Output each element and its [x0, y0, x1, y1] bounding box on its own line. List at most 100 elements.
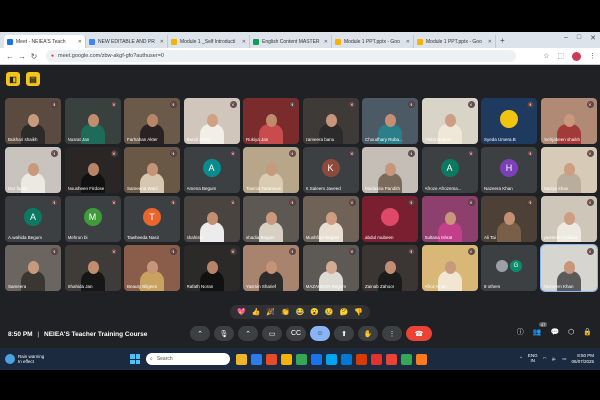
notes-icon[interactable]: ▤: [26, 72, 40, 86]
participant-tile[interactable]: 🔇 Mushfiqa Begum: [302, 196, 359, 242]
taskbar-app-icon[interactable]: [341, 353, 352, 365]
reaction-emoji[interactable]: 🎉: [266, 309, 275, 316]
participant-tile[interactable]: 🔇 Mudasira Pandith: [362, 147, 418, 193]
participant-tile[interactable]: 🔇 Sameera: [5, 245, 61, 291]
reaction-emoji[interactable]: 👎: [354, 309, 363, 316]
reaction-emoji[interactable]: 😮: [310, 309, 319, 316]
forward-icon[interactable]: →: [16, 52, 28, 61]
participant-tile[interactable]: 🔇 shahista: [183, 196, 240, 242]
bookmark-star-icon[interactable]: ☆: [543, 52, 549, 60]
tab-close-icon[interactable]: ✕: [324, 39, 328, 45]
browser-tab[interactable]: English Content MASTER ✕: [250, 35, 332, 48]
participant-tile[interactable]: 🔇 Ali Tai: [481, 196, 537, 242]
self-view-tile[interactable]: 🔇 Tasneem Khan: [539, 244, 598, 292]
browser-tab[interactable]: Module 1 _Self Introducti ✕: [168, 35, 250, 48]
back-icon[interactable]: ←: [4, 52, 16, 61]
participant-tile[interactable]: A 🔇 A.wahida Begum: [5, 196, 61, 242]
present-screen-button[interactable]: ⬆: [334, 326, 354, 341]
more-audio-options-button[interactable]: ⌃: [190, 326, 210, 341]
participant-tile[interactable]: 🔇 Beauty Bilgees: [124, 245, 180, 291]
more-options-button[interactable]: ⋮: [382, 326, 402, 341]
taskbar-app-icon[interactable]: [356, 353, 367, 365]
meeting-details-icon[interactable]: ⓘ: [517, 327, 524, 337]
participant-tile[interactable]: 🔇 zameera banu: [302, 98, 359, 144]
browser-tab[interactable]: Module 1 PPT.pptx - Goo ✕: [332, 35, 414, 48]
participant-tile[interactable]: 🔇 MAZAHEER Begum: [302, 245, 359, 291]
participant-tile[interactable]: 🔇 Afsha Begum: [421, 98, 478, 144]
reaction-emoji[interactable]: 🤔: [340, 309, 349, 316]
leave-call-button[interactable]: ☎: [406, 326, 432, 341]
tray-overflow-icon[interactable]: ⌃: [519, 356, 523, 362]
reaction-emoji[interactable]: 👍: [252, 309, 261, 316]
tab-close-icon[interactable]: ✕: [488, 39, 492, 45]
participant-tile[interactable]: K 🔇 K.Saleem Javeed: [302, 147, 359, 193]
close-icon[interactable]: ✕: [590, 34, 596, 42]
others-tile[interactable]: G 8 others: [481, 245, 537, 291]
taskbar-app-icon[interactable]: [401, 353, 412, 365]
raise-hand-button[interactable]: ✋: [358, 326, 378, 341]
reaction-emoji[interactable]: 💖: [237, 309, 246, 316]
participant-tile[interactable]: 🔇 Tasmia Tarannum: [243, 147, 299, 193]
people-button[interactable]: 👥 47: [533, 322, 548, 336]
menu-icon[interactable]: ⋮: [589, 52, 596, 60]
browser-tab[interactable]: Meet - NEIEA'S Teach ✕: [4, 35, 86, 48]
activities-icon[interactable]: ⬡: [568, 328, 574, 336]
reaction-emoji[interactable]: 😢: [325, 309, 334, 316]
reaction-emoji[interactable]: 😂: [296, 309, 305, 316]
taskbar-app-icon[interactable]: [371, 353, 382, 365]
volume-icon[interactable]: 🔈: [552, 356, 558, 362]
camera-button[interactable]: ▭: [262, 326, 282, 341]
tab-close-icon[interactable]: ✕: [242, 39, 246, 45]
new-tab-button[interactable]: +: [500, 36, 505, 45]
participant-tile[interactable]: 🔇 Dar farida: [5, 147, 61, 193]
taskbar-app-icon[interactable]: [326, 353, 337, 365]
tab-close-icon[interactable]: ✕: [78, 39, 82, 45]
tab-close-icon[interactable]: ✕: [406, 39, 410, 45]
host-controls-icon[interactable]: 🔒: [583, 328, 592, 336]
extensions-icon[interactable]: ⬚: [557, 52, 564, 60]
start-button[interactable]: [130, 354, 140, 364]
participant-tile[interactable]: 🔇 Choudhary Ruba...: [362, 98, 418, 144]
participant-tile[interactable]: 🔇 Bukhari shaikh: [5, 98, 61, 144]
weather-widget[interactable]: Rain warning In effect: [0, 354, 90, 365]
participant-tile[interactable]: 🔇 Farhahan Akter: [124, 98, 180, 144]
participant-tile[interactable]: 🔇 Nasiya khan: [540, 147, 597, 193]
participant-tile[interactable]: A 🔇 Amena Begum: [183, 147, 240, 193]
participant-tile[interactable]: 🔇 Rukiya Jan: [243, 98, 299, 144]
participant-tile[interactable]: 🔇 Zainab Zahoor: [362, 245, 418, 291]
chat-icon[interactable]: 💬: [550, 328, 559, 336]
participant-tile[interactable]: 🔇 Sultana Ishrat: [421, 196, 478, 242]
emoji-reactions-button[interactable]: ☺: [310, 326, 330, 341]
taskbar-search[interactable]: ⌕ Search: [146, 353, 230, 365]
taskbar-app-icon[interactable]: [416, 353, 427, 365]
language-indicator[interactable]: ENG IN: [528, 353, 538, 364]
url-field[interactable]: ● meet.google.com/zbw-akgf-gfo?authuser=…: [46, 50, 516, 62]
participant-tile[interactable]: 🔇 Afroz Khan: [421, 245, 478, 291]
participant-tile[interactable]: M 🔇 Mehrun bi: [64, 196, 121, 242]
reload-icon[interactable]: ↻: [28, 52, 40, 61]
participant-tile[interactable]: 🔇 Rafath Noran: [183, 245, 240, 291]
taskbar-app-icon[interactable]: [296, 353, 307, 365]
profile-avatar[interactable]: [572, 51, 581, 61]
taskbar-app-icon[interactable]: [281, 353, 292, 365]
captions-button[interactable]: CC: [286, 326, 306, 341]
participant-tile[interactable]: T 🔇 Tawheeda Nasir: [124, 196, 180, 242]
participant-tile[interactable]: 🔇 Bandi Swati: [183, 98, 240, 144]
participant-tile[interactable]: 🔇 Syeda Umera.B: [481, 98, 537, 144]
browser-tab[interactable]: NEW EDITABLE AND PR ✕: [86, 35, 168, 48]
participant-tile[interactable]: H 🔇 Nazeera Khan: [481, 147, 537, 193]
participant-tile[interactable]: A 🔇 Afroze Afrozema...: [421, 147, 478, 193]
taskbar-app-icon[interactable]: [266, 353, 277, 365]
battery-icon[interactable]: ▭: [562, 356, 566, 362]
participant-tile[interactable]: 🔇 Nusrat Jan: [64, 98, 121, 144]
more-video-options-button[interactable]: ⌃: [238, 326, 258, 341]
activity-icon[interactable]: ◧: [6, 72, 20, 86]
wifi-icon[interactable]: ◠: [543, 356, 547, 362]
taskbar-app-icon[interactable]: [386, 353, 397, 365]
participant-tile[interactable]: 🔇 yasmeen sultana: [540, 196, 597, 242]
browser-tab[interactable]: Module 1 PPT.pptx - Goo ✕: [414, 35, 496, 48]
participant-tile[interactable]: 🔇 Yasmin Sharief: [243, 245, 299, 291]
microphone-button[interactable]: 🎙: [214, 326, 234, 341]
participant-tile[interactable]: 🔇 abdul mubeen: [362, 196, 418, 242]
taskbar-app-icon[interactable]: [251, 353, 262, 365]
